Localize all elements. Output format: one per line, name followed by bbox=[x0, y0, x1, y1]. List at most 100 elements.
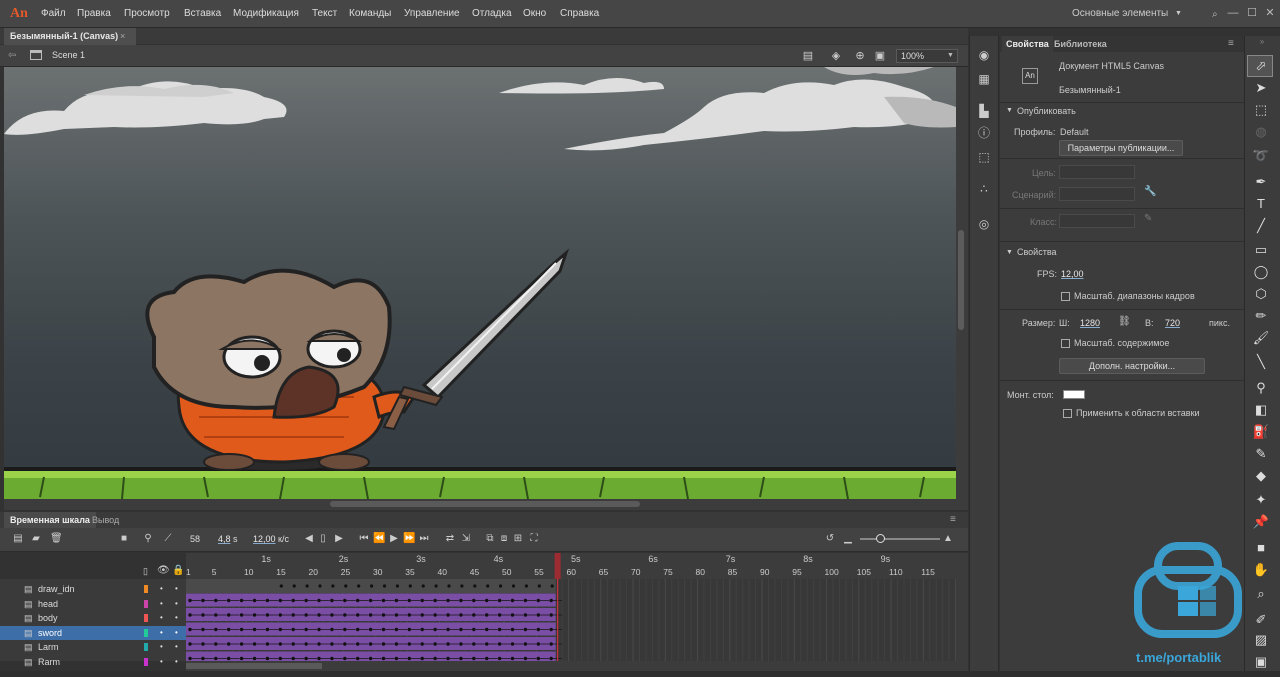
profile-value[interactable]: Default bbox=[1060, 127, 1089, 137]
apply-paste-checkbox[interactable] bbox=[1063, 409, 1072, 418]
fill-color-icon[interactable]: ▨ bbox=[1250, 630, 1272, 650]
layer-row[interactable]: ▤ body • • bbox=[0, 611, 186, 625]
layer-color-swatch[interactable] bbox=[144, 628, 148, 637]
align-icon[interactable]: ▙ bbox=[975, 102, 993, 120]
next-keyframe-icon[interactable]: ▶ bbox=[333, 532, 345, 546]
visibility-toggle[interactable]: • bbox=[160, 655, 163, 669]
publish-settings-button[interactable]: Параметры публикации... bbox=[1059, 140, 1183, 156]
layer-name[interactable]: Rarm bbox=[38, 655, 60, 669]
close-icon[interactable]: ✕ bbox=[1263, 6, 1277, 20]
layer-color-swatch[interactable] bbox=[144, 614, 148, 622]
collapse-icon[interactable]: » bbox=[1244, 38, 1280, 46]
layer-color-swatch[interactable] bbox=[144, 585, 148, 593]
tab-output[interactable]: Вывод bbox=[86, 512, 125, 528]
current-time-value[interactable]: 4,8 s bbox=[218, 532, 238, 546]
timeline-horizontal-scroll-thumb[interactable] bbox=[186, 663, 322, 669]
swatches-icon[interactable]: ▦ bbox=[975, 70, 993, 88]
layer-color-swatch[interactable] bbox=[144, 643, 148, 651]
menu-insert[interactable]: Вставка bbox=[184, 0, 221, 28]
onion-outline-icon[interactable]: ⧈ bbox=[498, 532, 510, 546]
3d-rotation-icon[interactable]: ◍ bbox=[1250, 122, 1272, 142]
width-tool-icon[interactable]: ✦ bbox=[1250, 490, 1272, 510]
layer-row[interactable]: ▤ head • • bbox=[0, 597, 186, 611]
visibility-toggle[interactable]: • bbox=[160, 582, 163, 596]
rectangle-tool-icon[interactable]: ▭ bbox=[1250, 240, 1272, 260]
layer-name[interactable]: draw_idn bbox=[38, 582, 75, 596]
step-forward-icon[interactable]: ⏩ bbox=[403, 532, 415, 546]
subselection-tool-icon[interactable]: ➤ bbox=[1250, 78, 1272, 98]
layer-row[interactable]: ▤ sword • • bbox=[0, 625, 186, 640]
pencil-tool-icon[interactable]: ✏ bbox=[1250, 306, 1272, 326]
maximize-icon[interactable]: ☐ bbox=[1245, 6, 1259, 20]
clip-stage-icon[interactable]: ▣ bbox=[872, 48, 888, 64]
current-frame-value[interactable]: 58 bbox=[190, 532, 200, 546]
polystar-tool-icon[interactable]: ⬡ bbox=[1250, 284, 1272, 304]
fps-input[interactable]: 12,00 bbox=[1061, 269, 1084, 279]
menu-debug[interactable]: Отладка bbox=[472, 0, 512, 28]
center-stage-icon[interactable]: ⊕ bbox=[852, 48, 868, 64]
layer-name[interactable]: body bbox=[38, 611, 58, 625]
advanced-settings-button[interactable]: Дополн. настройки... bbox=[1059, 358, 1205, 374]
timeline-vertical-scrollbar[interactable] bbox=[956, 553, 968, 661]
minimize-icon[interactable]: — bbox=[1226, 6, 1240, 20]
timeline-zoom-knob[interactable] bbox=[876, 534, 885, 543]
scale-spans-checkbox[interactable] bbox=[1061, 292, 1070, 301]
menu-window[interactable]: Окно bbox=[523, 0, 546, 28]
visibility-toggle[interactable]: • bbox=[160, 611, 163, 625]
trash-icon[interactable]: 🗑 bbox=[50, 532, 63, 546]
ink-bottle-icon[interactable]: ⛽ bbox=[1250, 422, 1272, 442]
transform-icon[interactable]: ⬚ bbox=[975, 148, 993, 166]
go-to-last-icon[interactable]: ⏭ bbox=[418, 532, 430, 546]
eraser-icon[interactable]: ◆ bbox=[1250, 466, 1272, 486]
edit-multiple-icon[interactable]: ⊞ bbox=[512, 532, 524, 546]
document-tab[interactable]: Безымянный-1 (Canvas) bbox=[4, 28, 136, 45]
components-icon[interactable]: ∴ bbox=[975, 180, 993, 198]
tab-timeline[interactable]: Временная шкала bbox=[4, 512, 96, 528]
section-collapse-icon[interactable]: ▼ bbox=[1006, 107, 1013, 114]
visibility-toggle[interactable]: • bbox=[160, 640, 163, 654]
visibility-toggle[interactable]: • bbox=[160, 626, 163, 640]
edit-symbols-icon[interactable]: ◈ bbox=[828, 48, 844, 64]
tab-library[interactable]: Библиотека bbox=[1050, 36, 1111, 52]
outline-all-icon[interactable]: ▯ bbox=[143, 566, 148, 577]
stage-color-swatch[interactable] bbox=[1063, 390, 1085, 399]
text-tool-icon[interactable]: T bbox=[1250, 194, 1272, 214]
menu-text[interactable]: Текст bbox=[312, 0, 337, 28]
search-icon[interactable]: ⌕ bbox=[1212, 9, 1218, 20]
assets-icon[interactable]: ◉ bbox=[975, 46, 993, 64]
pen-tool-icon[interactable]: ✒ bbox=[1250, 172, 1272, 192]
lock-toggle[interactable]: • bbox=[175, 640, 178, 654]
layer-name[interactable]: sword bbox=[38, 626, 62, 640]
menu-control[interactable]: Управление bbox=[404, 0, 460, 28]
fps-number[interactable]: 12,00 bbox=[253, 534, 276, 544]
line-tool-icon[interactable]: ╱ bbox=[1250, 216, 1272, 236]
layer-color-swatch[interactable] bbox=[144, 599, 148, 608]
paint-bucket-icon[interactable]: ◧ bbox=[1250, 400, 1272, 420]
timeline-zoom-slider[interactable] bbox=[860, 538, 940, 540]
new-folder-icon[interactable]: ▰ bbox=[30, 532, 42, 546]
frame-grid[interactable] bbox=[186, 579, 956, 661]
menu-view[interactable]: Просмотр bbox=[124, 0, 170, 28]
go-to-first-icon[interactable]: ⏮ bbox=[358, 532, 370, 546]
bone-tool-icon[interactable]: ⚲ bbox=[1250, 378, 1272, 398]
tab-close-icon[interactable]: × bbox=[120, 28, 132, 44]
onion-skin-icon[interactable]: ⧉ bbox=[484, 532, 496, 546]
menu-edit[interactable]: Правка bbox=[77, 0, 111, 28]
step-back-icon[interactable]: ⏪ bbox=[373, 532, 385, 546]
zoom-out-icon[interactable]: ▁ bbox=[842, 532, 854, 546]
paint-brush-icon[interactable]: 🖌 bbox=[1250, 328, 1272, 348]
scene-label[interactable]: Scene 1 bbox=[52, 50, 85, 60]
properties-section-header[interactable]: Свойства bbox=[1017, 247, 1057, 257]
camera-tool-icon[interactable]: ■ bbox=[1250, 538, 1272, 558]
play-icon[interactable]: ▶ bbox=[388, 532, 400, 546]
zoom-in-icon[interactable]: ▲ bbox=[942, 532, 954, 546]
oval-tool-icon[interactable]: ◯ bbox=[1250, 262, 1272, 282]
undo-icon[interactable]: ↺ bbox=[824, 532, 836, 546]
workspace-selector[interactable]: Основные элементы bbox=[1072, 0, 1168, 28]
edit-scene-icon[interactable]: ▤ bbox=[800, 48, 816, 64]
center-frame-icon[interactable]: ⇲ bbox=[460, 532, 472, 546]
lasso-icon[interactable]: ➰ bbox=[1250, 146, 1272, 166]
visibility-toggle[interactable]: • bbox=[160, 597, 163, 611]
parent-view-icon[interactable]: ⚲ bbox=[142, 532, 154, 546]
width-input[interactable]: 1280 bbox=[1080, 318, 1100, 328]
